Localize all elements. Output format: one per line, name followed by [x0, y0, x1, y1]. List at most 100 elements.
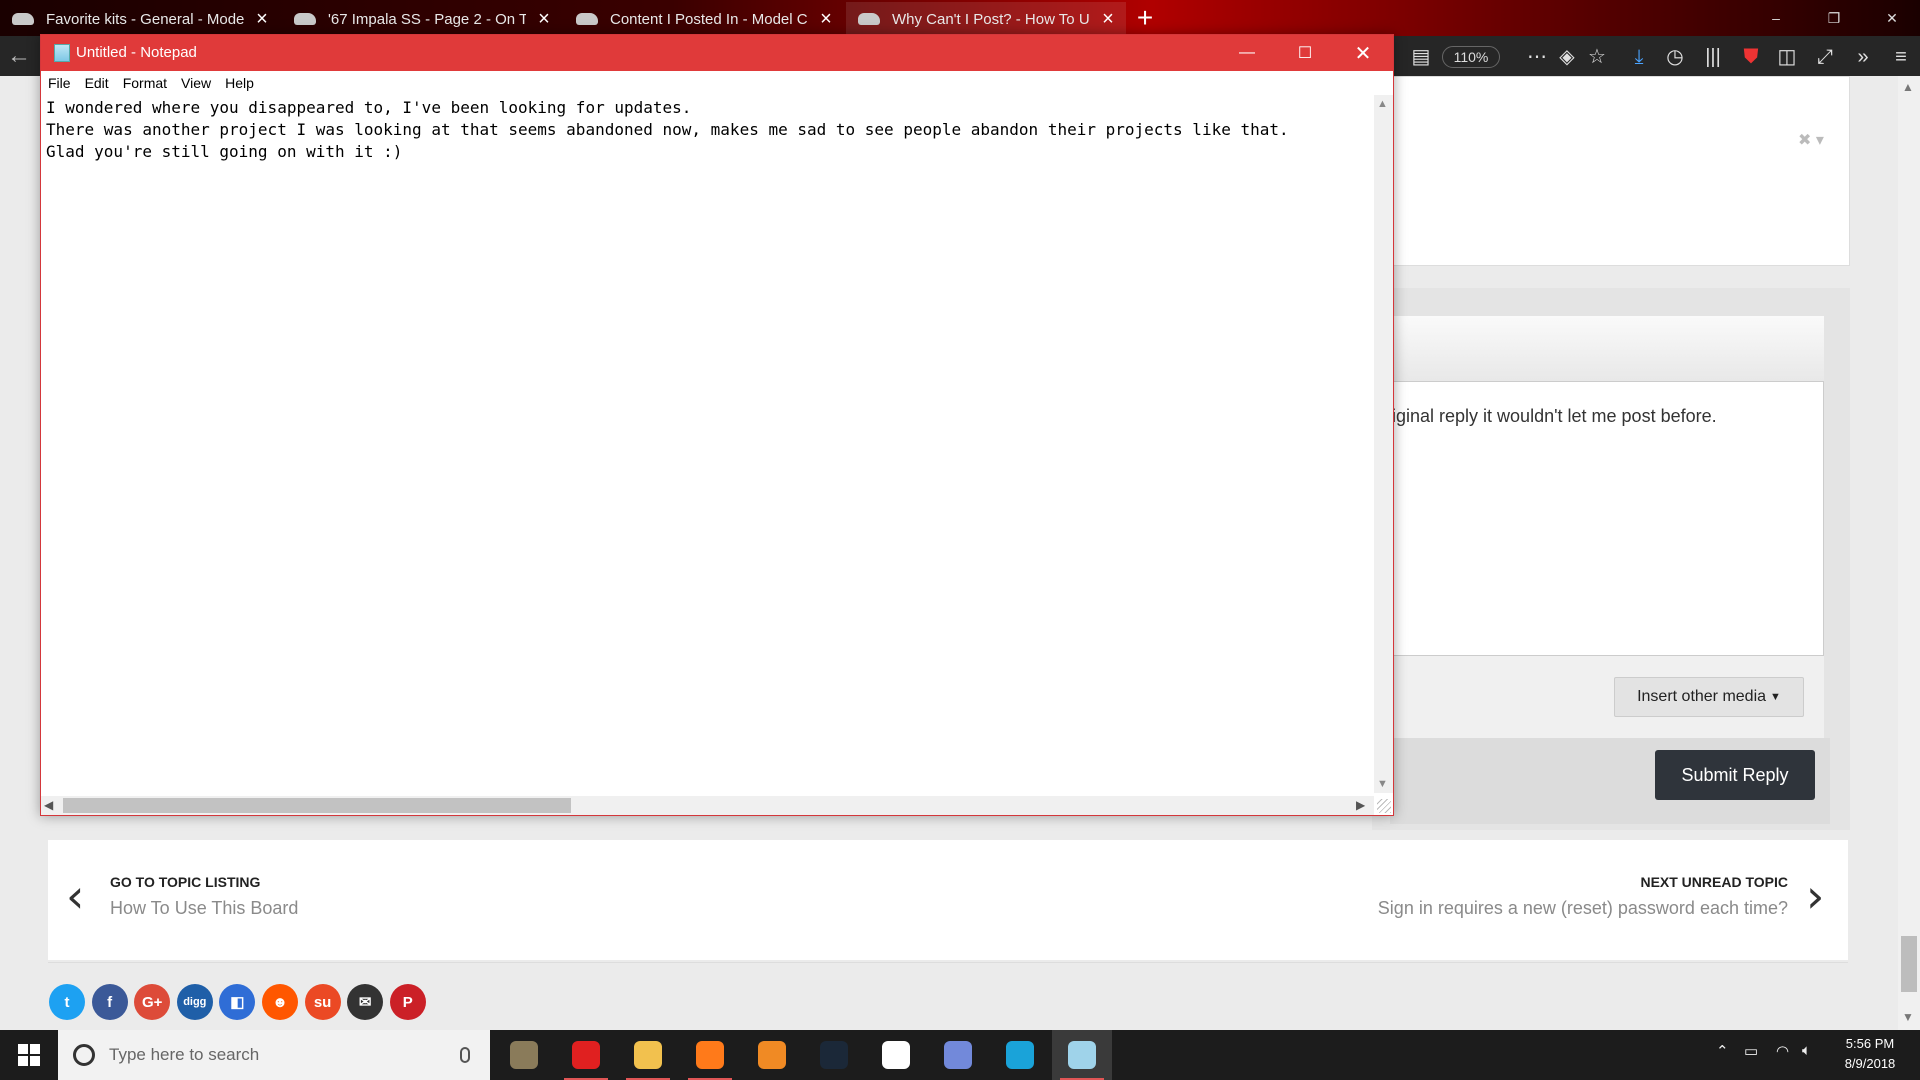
file-explorer-icon[interactable] — [618, 1030, 678, 1080]
prev-topic-title[interactable]: GO TO TOPIC LISTING — [110, 874, 260, 890]
scroll-right-arrow-icon[interactable]: ▶ — [1356, 798, 1365, 812]
back-arrow-icon[interactable]: ← — [4, 40, 34, 72]
page-actions-icon[interactable]: ⋯ — [1522, 42, 1552, 72]
overflow-menu-icon[interactable]: » — [1848, 42, 1878, 72]
facebook-icon[interactable]: f — [91, 984, 128, 1020]
history-icon[interactable]: ◷ — [1660, 42, 1690, 72]
file-explorer-glyph — [634, 1041, 662, 1069]
menu-help[interactable]: Help — [218, 75, 261, 91]
twitter-icon[interactable]: t — [49, 984, 85, 1020]
scroll-up-arrow-icon[interactable]: ▲ — [1902, 80, 1914, 94]
adblock-shield-icon[interactable]: ⛊ — [1736, 42, 1766, 72]
notepad-maximize-button[interactable]: ☐ — [1276, 35, 1334, 71]
chevron-left-icon[interactable]: ‹ — [66, 873, 84, 919]
discord-icon[interactable] — [928, 1030, 988, 1080]
hamburger-menu-icon[interactable]: ≡ — [1886, 42, 1916, 72]
chevron-right-icon[interactable]: › — [1806, 873, 1824, 919]
car-favicon-icon — [858, 13, 880, 25]
pinterest-icon[interactable]: P — [389, 984, 426, 1020]
email-icon[interactable]: ✉ — [347, 984, 384, 1020]
scroll-up-arrow-icon[interactable]: ▲ — [1377, 98, 1388, 110]
browser-tab[interactable]: Content I Posted In - Model Ca × — [564, 2, 844, 36]
new-tab-button[interactable]: + — [1130, 2, 1160, 36]
clock-date: 8/9/2018 — [1844, 1056, 1896, 1071]
menu-file[interactable]: File — [41, 75, 78, 91]
discord-glyph — [944, 1041, 972, 1069]
caret-down-icon: ▼ — [1770, 691, 1781, 703]
downloads-icon[interactable]: ⤓ — [1624, 42, 1654, 72]
notepad-app-icon[interactable] — [54, 44, 70, 62]
system-clock[interactable]: 5:56 PM 8/9/2018 — [1830, 1034, 1910, 1074]
reddit-icon[interactable]: ☻ — [262, 984, 298, 1020]
browser-tab[interactable]: Favorite kits - General - Model × — [0, 2, 280, 36]
notepad-icon[interactable] — [1052, 1030, 1112, 1080]
taskbar-search-box[interactable]: Type here to search — [58, 1030, 490, 1080]
clock-time: 5:56 PM — [1845, 1036, 1895, 1051]
notepad-close-button[interactable]: ✕ — [1334, 35, 1392, 71]
submit-reply-button[interactable]: Submit Reply — [1655, 750, 1815, 800]
blender-glyph — [758, 1041, 786, 1069]
scroll-down-arrow-icon[interactable]: ▼ — [1902, 1010, 1914, 1024]
ccleaner-icon[interactable] — [990, 1030, 1050, 1080]
battery-icon[interactable]: ▭ — [1744, 1042, 1758, 1060]
notepad-titlebar[interactable] — [41, 35, 1393, 71]
volume-icon[interactable]: 🔈︎ — [1802, 1042, 1811, 1059]
library-icon[interactable]: ||| — [1698, 42, 1728, 72]
steam-glyph — [820, 1041, 848, 1069]
notepad-minimize-button[interactable]: — — [1218, 35, 1276, 71]
browser-tab[interactable]: '67 Impala SS - Page 2 - On The × — [282, 2, 562, 36]
blender-icon[interactable] — [742, 1030, 802, 1080]
notepad-horizontal-scrollbar-thumb[interactable] — [63, 798, 571, 813]
gimp-glyph — [510, 1041, 538, 1069]
pocket-icon[interactable]: ◈ — [1552, 42, 1582, 72]
fullscreen-icon[interactable]: ⤢ — [1810, 42, 1840, 72]
firefox-glyph — [696, 1041, 724, 1069]
close-tab-icon[interactable]: × — [252, 8, 272, 31]
notepad-vertical-scrollbar[interactable] — [1374, 95, 1393, 793]
resize-grip[interactable] — [1377, 799, 1391, 813]
car-favicon-icon — [576, 13, 598, 25]
browser-close-button[interactable]: ✕ — [1872, 4, 1912, 32]
insert-other-media-button[interactable]: Insert other media ▼ — [1614, 677, 1804, 717]
browser-restore-button[interactable]: ❐ — [1814, 4, 1854, 32]
next-topic-title[interactable]: NEXT UNREAD TOPIC — [1400, 874, 1788, 890]
reader-icon[interactable] — [866, 1030, 926, 1080]
zoom-level-indicator[interactable]: 110% — [1442, 46, 1500, 68]
sidebar-icon[interactable]: ◫ — [1772, 42, 1802, 72]
tab-label: Favorite kits - General - Model — [46, 10, 244, 28]
stumbleupon-icon[interactable]: su — [304, 984, 341, 1020]
reply-editor-text[interactable]: iginal reply it wouldn't let me post bef… — [1392, 406, 1822, 427]
bookmark-star-icon[interactable]: ☆ — [1582, 42, 1612, 72]
previous-post-card — [1372, 76, 1850, 266]
mp3-player-icon[interactable] — [556, 1030, 616, 1080]
next-topic-link[interactable]: Sign in requires a new (reset) password … — [1300, 898, 1788, 919]
page-scrollbar-thumb[interactable] — [1901, 936, 1917, 992]
page-scrollbar[interactable] — [1898, 76, 1920, 1030]
menu-view[interactable]: View — [174, 75, 218, 91]
notepad-text-area[interactable]: I wondered where you disappeared to, I'v… — [46, 97, 1371, 791]
menu-format[interactable]: Format — [116, 75, 174, 91]
scroll-left-arrow-icon[interactable]: ◀ — [44, 798, 53, 812]
ccleaner-glyph — [1006, 1041, 1034, 1069]
gimp-icon[interactable] — [494, 1030, 554, 1080]
show-hidden-icons-icon[interactable]: ⌃ — [1716, 1042, 1729, 1060]
close-tab-icon[interactable]: × — [534, 8, 554, 31]
close-icon[interactable]: ✖ ▾ — [1798, 130, 1824, 150]
scroll-down-arrow-icon[interactable]: ▼ — [1377, 778, 1388, 790]
close-tab-icon[interactable]: × — [816, 8, 836, 31]
menu-edit[interactable]: Edit — [78, 75, 116, 91]
start-button[interactable] — [0, 1030, 58, 1080]
prev-topic-link[interactable]: How To Use This Board — [110, 898, 298, 919]
browser-minimize-button[interactable]: – — [1756, 4, 1796, 32]
google-plus-icon[interactable]: G+ — [134, 984, 171, 1020]
digg-icon[interactable]: digg — [176, 984, 213, 1020]
editor-toolbar — [1390, 316, 1824, 382]
browser-tab[interactable]: Why Can't I Post? - How To Use × — [846, 2, 1126, 36]
firefox-icon[interactable] — [680, 1030, 740, 1080]
close-tab-icon[interactable]: × — [1098, 8, 1118, 31]
tab-label: Why Can't I Post? - How To Use — [892, 10, 1090, 28]
reader-view-icon[interactable]: ▤ — [1406, 42, 1436, 72]
microphone-icon[interactable] — [460, 1047, 470, 1063]
steam-icon[interactable] — [804, 1030, 864, 1080]
wifi-icon[interactable]: ◠ — [1776, 1042, 1789, 1060]
